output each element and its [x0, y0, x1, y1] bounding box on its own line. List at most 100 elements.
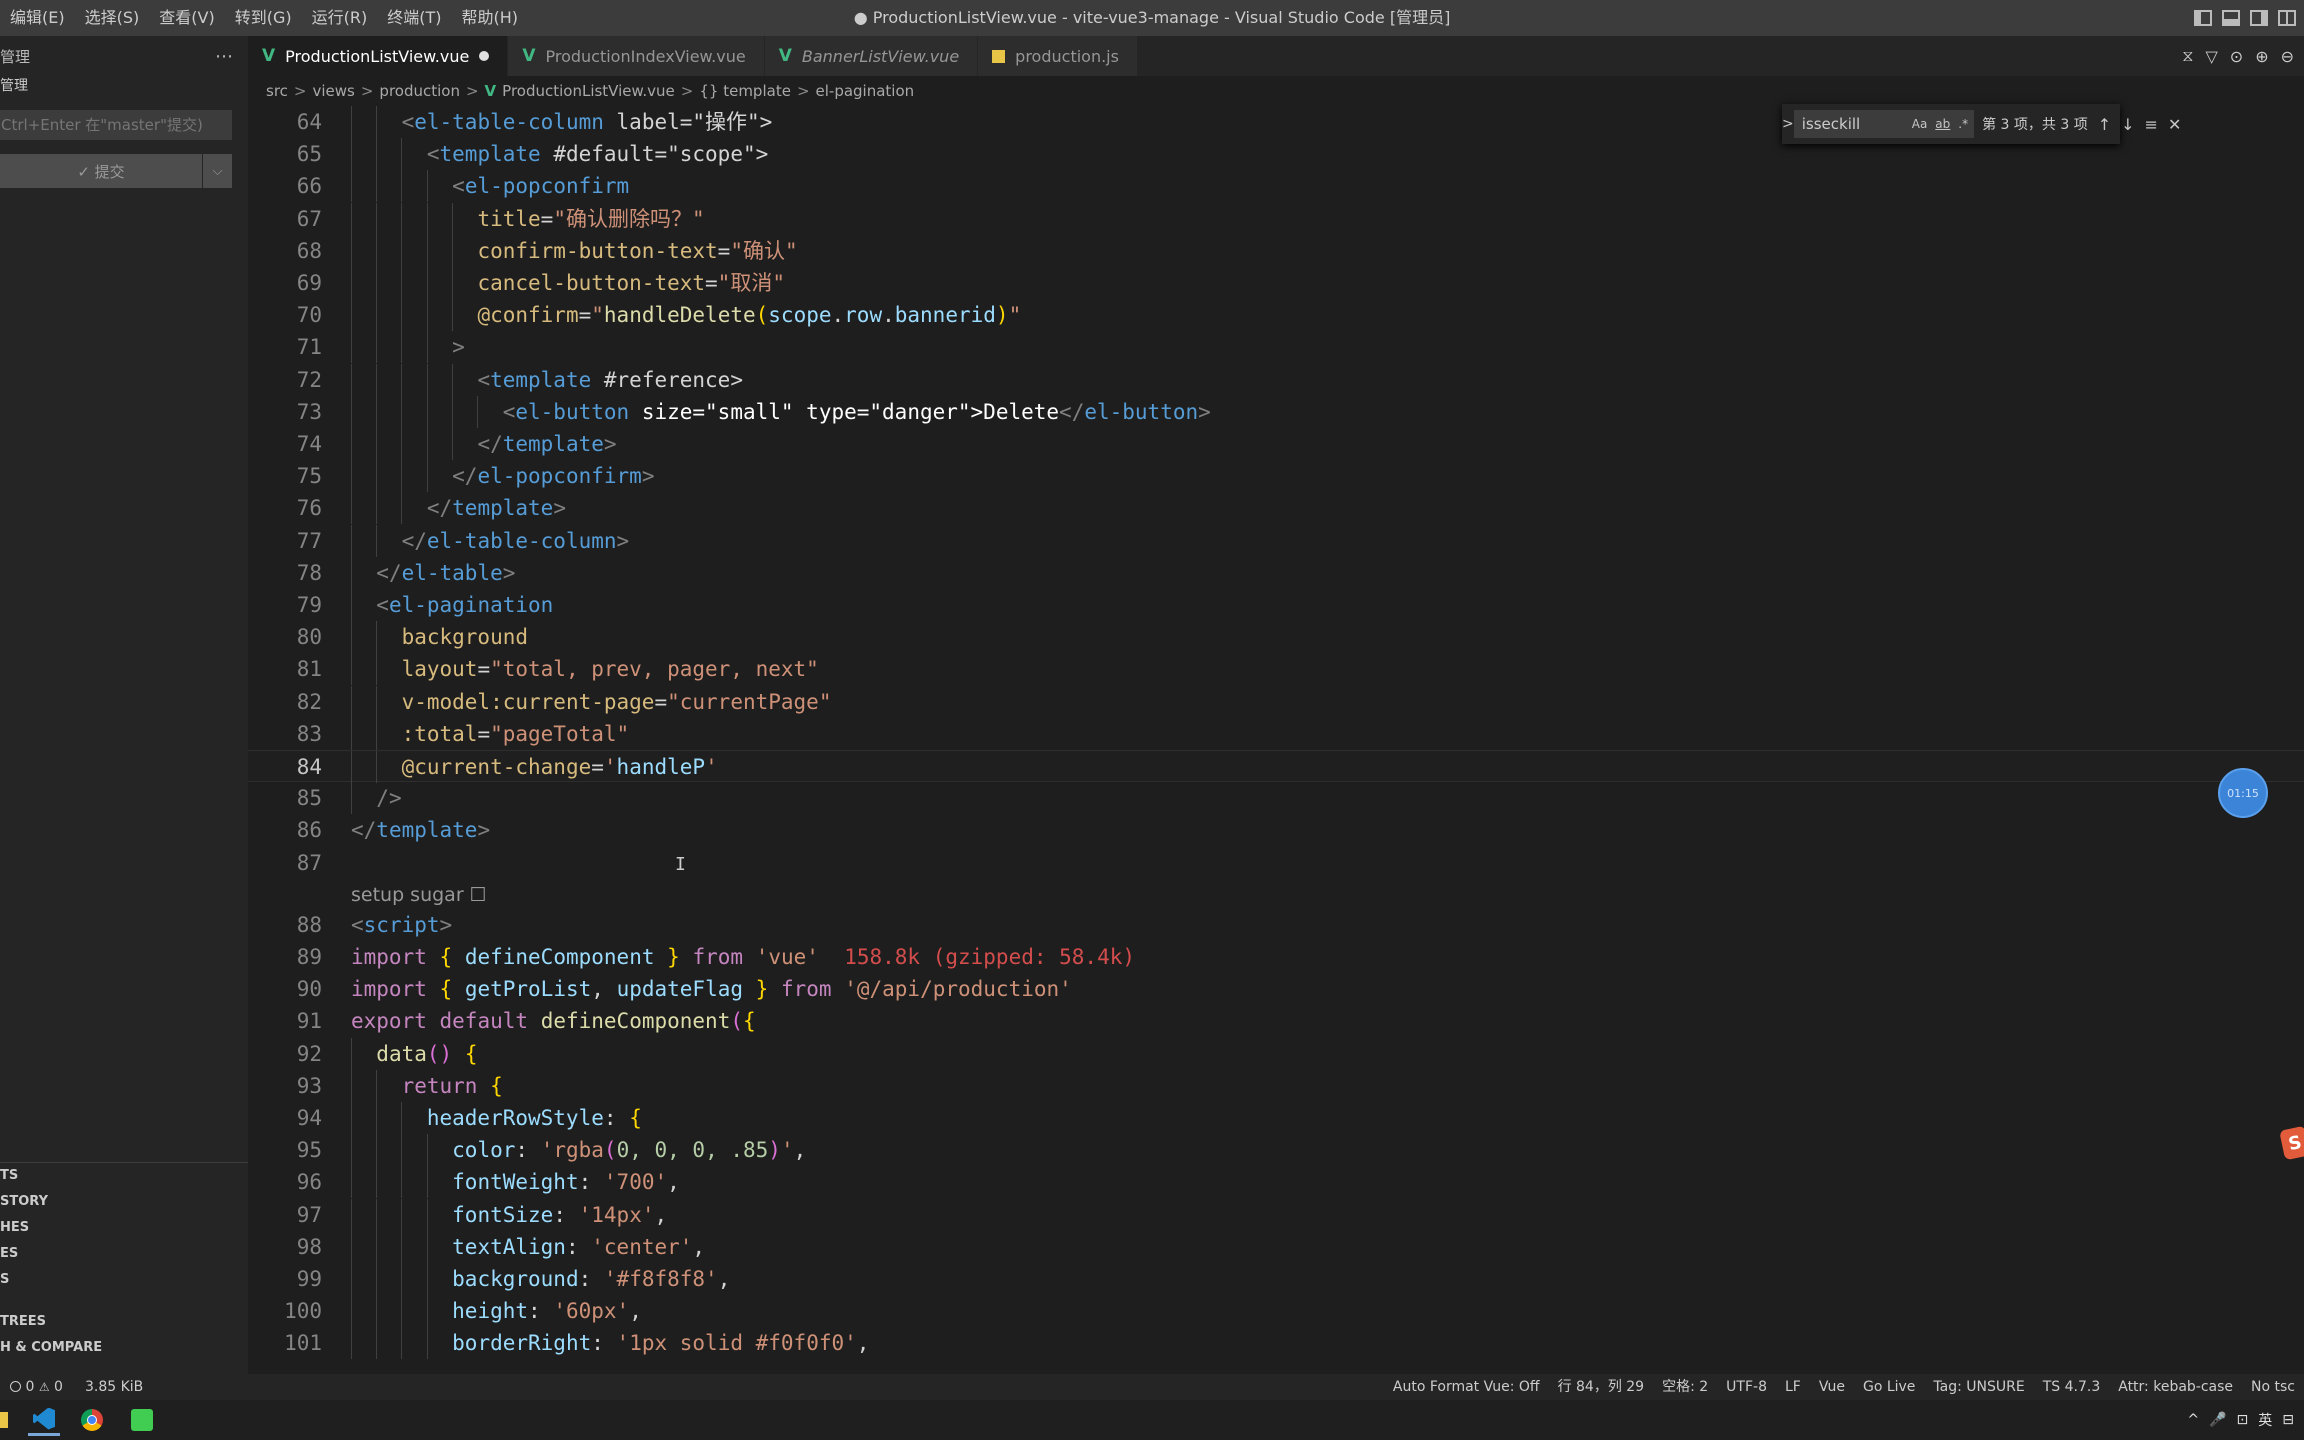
breadcrumb-item[interactable]: el-pagination [816, 82, 915, 100]
code-line[interactable]: 81 layout="total, prev, pager, next" [248, 653, 2304, 686]
chrome-taskbar-icon[interactable] [76, 1404, 108, 1436]
section-remotes[interactable]: ES [0, 1241, 248, 1267]
compare-icon[interactable]: ⊕ [2255, 47, 2268, 66]
code-line[interactable]: 100 height: '60px', [248, 1295, 2304, 1328]
status-item[interactable]: Attr: kebab-case [2109, 1374, 2242, 1400]
breadcrumb-item[interactable]: views [312, 82, 354, 100]
menu-item[interactable]: 终端(T) [377, 0, 451, 36]
toggle-primary-sidebar-icon[interactable] [2194, 10, 2212, 26]
code-line[interactable]: 98 textAlign: 'center', [248, 1230, 2304, 1263]
menu-item[interactable]: 查看(V) [149, 0, 224, 36]
match-whole-word-icon[interactable]: ab [1935, 117, 1950, 131]
next-match-icon[interactable]: ↓ [2121, 115, 2134, 134]
input-language-icon[interactable]: 英 [2258, 1410, 2272, 1430]
tab-productionlistview-vue[interactable]: V ProductionListView.vue [248, 36, 509, 76]
menu-item[interactable]: 运行(R) [302, 0, 378, 36]
previous-match-icon[interactable]: ↑ [2098, 115, 2111, 134]
breadcrumb-item[interactable]: src [266, 82, 288, 100]
find-in-selection-icon[interactable]: ≡ [2145, 115, 2158, 134]
code-line[interactable]: 77 </el-table-column> [248, 524, 2304, 557]
unsaved-dot-icon[interactable] [479, 51, 490, 61]
commit-button[interactable]: ✓ 提交 [0, 154, 202, 188]
code-line[interactable]: 75 </el-popconfirm> [248, 460, 2304, 493]
find-input-box[interactable]: Aa ab .* [1793, 110, 1975, 138]
regex-icon[interactable]: .* [1958, 117, 1968, 131]
menu-item[interactable]: 选择(S) [75, 0, 150, 36]
breadcrumb-item[interactable]: {} template [699, 82, 791, 100]
vue-devtools-icon[interactable]: ▽ [2205, 47, 2217, 66]
section-ts[interactable]: TS [0, 1163, 248, 1189]
git-lens-icon[interactable]: ⊖ [2281, 47, 2294, 66]
code-line[interactable]: 86 </template> [248, 814, 2304, 846]
breadcrumb-item[interactable]: production [379, 82, 460, 100]
recording-timer-badge[interactable]: 01:15 [2218, 768, 2268, 818]
menu-item[interactable]: 转到(G) [225, 0, 302, 36]
code-line[interactable]: 101 borderRight: '1px solid #f0f0f0', [248, 1327, 2304, 1360]
microphone-icon[interactable]: 🎤 [2209, 1412, 2226, 1428]
commit-message-box[interactable] [0, 110, 232, 140]
code-line[interactable]: 96 fontWeight: '700', [248, 1166, 2304, 1199]
customize-layout-icon[interactable] [2278, 10, 2296, 26]
code-line[interactable]: 72 <template #reference> [248, 363, 2304, 396]
code-line[interactable]: 85 /> [248, 782, 2304, 815]
code-line[interactable]: 76 </template> [248, 492, 2304, 525]
code-line[interactable]: 95 color: 'rgba(0, 0, 0, .85)', [248, 1134, 2304, 1167]
toggle-secondary-sidebar-icon[interactable] [2250, 10, 2268, 26]
code-line[interactable]: 87 [248, 847, 2304, 879]
code-line[interactable]: 78 </el-table> [248, 556, 2304, 589]
more-actions-icon[interactable]: ⋯ [215, 46, 234, 67]
section-stashes[interactable]: S [0, 1267, 248, 1293]
display-icon[interactable]: ⊡ [2237, 1412, 2249, 1428]
copilot-icon[interactable]: ⧖ [2182, 46, 2193, 66]
tab-production-js[interactable]: production.js [978, 36, 1138, 76]
breadcrumb-item[interactable]: ProductionListView.vue [502, 82, 675, 100]
status-item[interactable]: LF [1776, 1374, 1810, 1400]
code-line[interactable]: 79 <el-pagination [248, 589, 2304, 621]
section-branches[interactable]: HES [0, 1215, 248, 1241]
status-item[interactable]: Vue [1810, 1374, 1854, 1400]
code-line[interactable]: 69 cancel-button-text="取消" [248, 267, 2304, 299]
status-item[interactable]: Tag: UNSURE [1924, 1374, 2033, 1400]
code-line[interactable]: 70 @confirm="handleDelete(scope.row.bann… [248, 299, 2304, 332]
code-line[interactable]: 94 headerRowStyle: { [248, 1102, 2304, 1134]
status-item[interactable]: 行 84，列 29 [1549, 1374, 1654, 1400]
tab-productionindexview-vue[interactable]: V ProductionIndexView.vue [508, 36, 765, 76]
code-editor[interactable]: 64 <el-table-column label="操作"> 65 <templ… [248, 106, 2304, 1374]
code-line[interactable]: 83 :total="pageTotal" [248, 717, 2304, 750]
code-line[interactable]: 90 import { getProList, updateFlag } from… [248, 973, 2304, 1005]
code-line[interactable]: 89 import { defineComponent } from 'vue' … [248, 941, 2304, 973]
status-item[interactable]: Auto Format Vue: Off [1384, 1374, 1549, 1400]
keyboard-icon[interactable]: ⊟ [2282, 1412, 2294, 1428]
match-case-icon[interactable]: Aa [1912, 117, 1928, 131]
tab-bannerlistview-vue[interactable]: V BannerListView.vue [764, 36, 979, 76]
app-taskbar-icon[interactable] [126, 1404, 158, 1436]
code-line[interactable]: 71 > [248, 331, 2304, 364]
status-item[interactable]: UTF-8 [1717, 1374, 1776, 1400]
code-line[interactable]: 68 confirm-button-text="确认" [248, 234, 2304, 267]
code-line[interactable]: 99 background: '#f8f8f8', [248, 1263, 2304, 1295]
code-line[interactable]: 82 v-model:current-page="currentPage" [248, 685, 2304, 718]
status-item[interactable]: Go Live [1854, 1374, 1924, 1400]
vscode-taskbar-icon[interactable] [28, 1404, 60, 1436]
code-line[interactable]: 92 data() { [248, 1037, 2304, 1070]
code-line[interactable]: 93 return { [248, 1069, 2304, 1102]
codelens-setup-sugar[interactable]: setup sugar ☐ [351, 881, 487, 909]
commit-dropdown-icon[interactable]: ⌵ [203, 154, 232, 188]
code-line[interactable]: 84 @current-change='handleP' [248, 750, 2304, 783]
code-line[interactable]: 91 export default defineComponent({ [248, 1005, 2304, 1037]
code-line[interactable]: 73 <el-button size="small" type="danger"… [248, 395, 2304, 428]
section-search-compare[interactable]: H & COMPARE [0, 1335, 248, 1361]
section-history[interactable]: STORY [0, 1189, 248, 1215]
status-item[interactable]: TS 4.7.3 [2034, 1374, 2110, 1400]
start-icon[interactable] [0, 1412, 8, 1428]
tray-expand-icon[interactable]: ^ [2187, 1412, 2199, 1428]
section-worktrees[interactable]: TREES [0, 1309, 248, 1335]
code-line[interactable]: 66 <el-popconfirm [248, 170, 2304, 203]
problems-indicator[interactable]: 0 ⚠ 0 [10, 1379, 63, 1395]
toggle-replace-icon[interactable]: > [1782, 116, 1794, 132]
code-line[interactable]: 97 fontSize: '14px', [248, 1198, 2304, 1231]
code-line[interactable]: 67 title="确认删除吗？" [248, 202, 2304, 235]
close-find-icon[interactable]: ✕ [2168, 115, 2181, 134]
menu-item[interactable]: 编辑(E) [0, 0, 75, 36]
code-line[interactable]: 74 </template> [248, 428, 2304, 460]
